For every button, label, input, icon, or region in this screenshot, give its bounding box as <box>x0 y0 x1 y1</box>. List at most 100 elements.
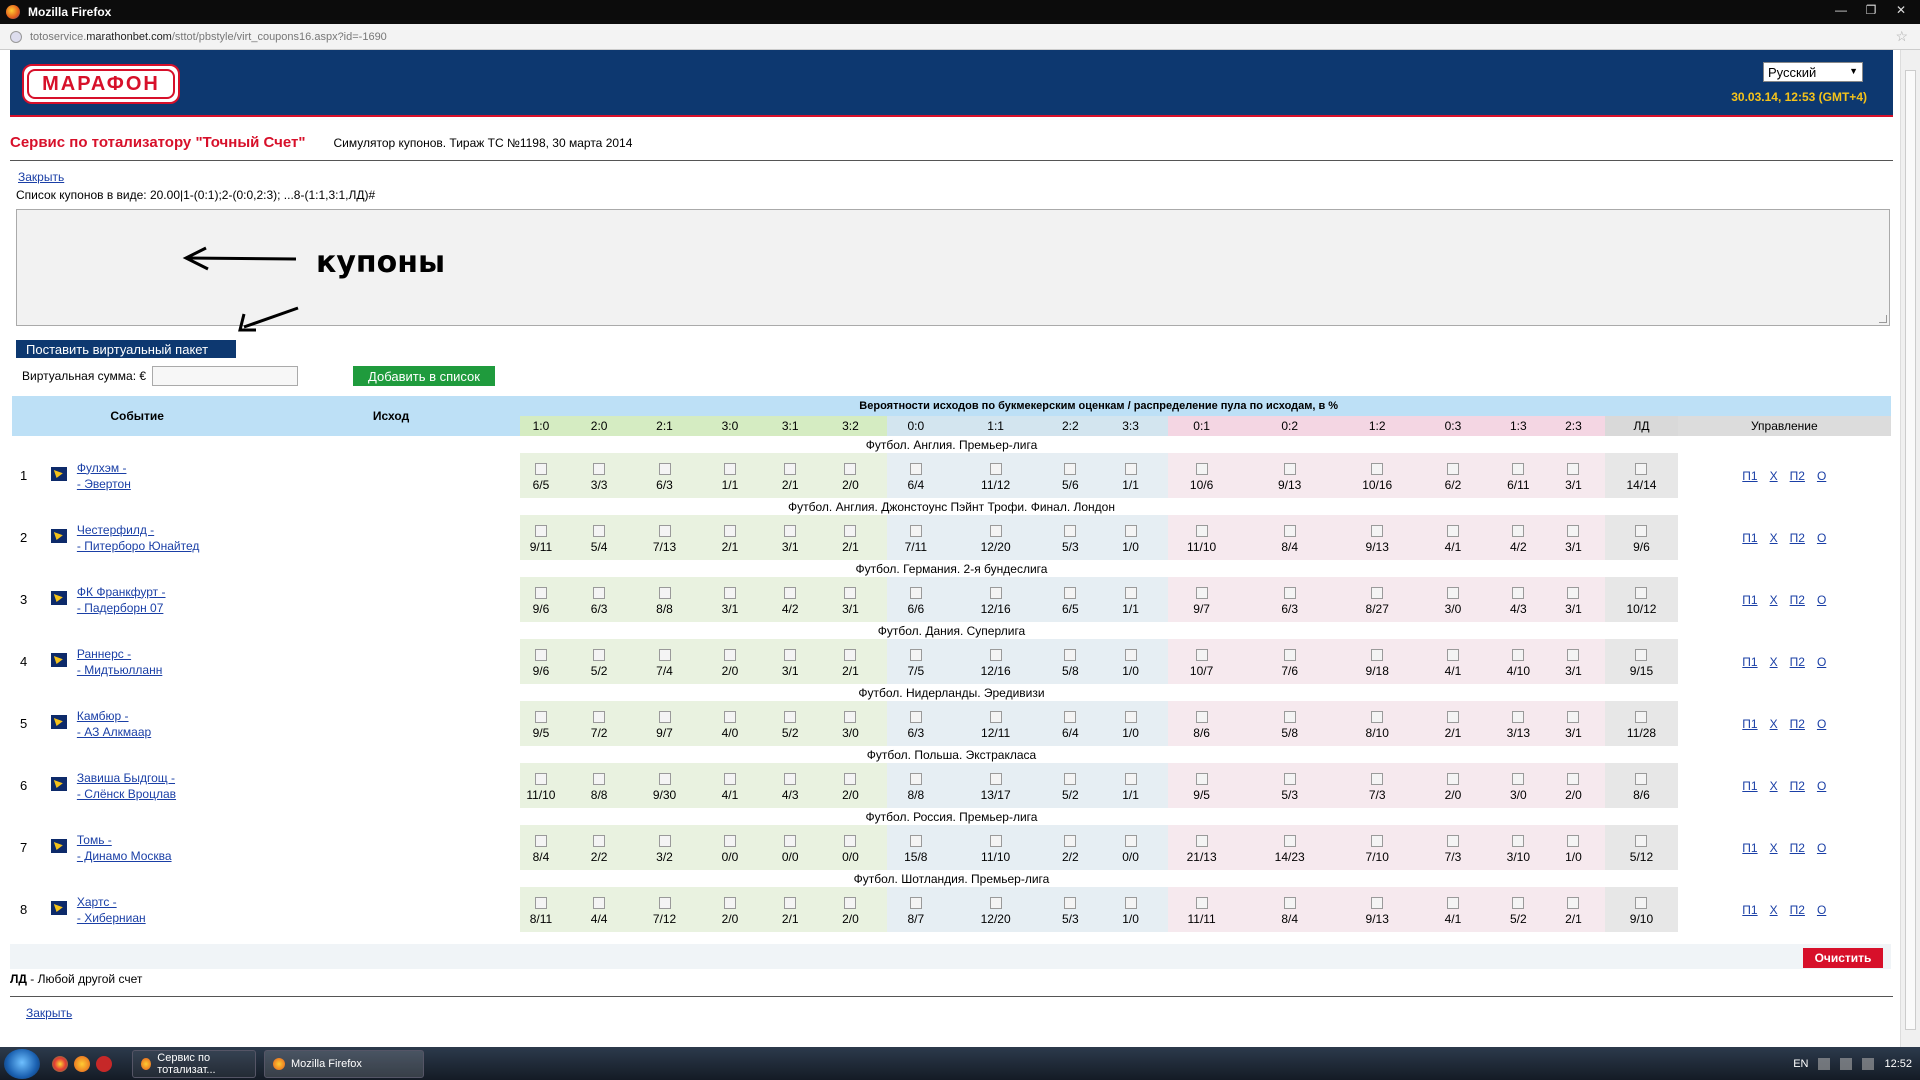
bookmark-star-icon[interactable]: ☆ <box>1895 28 1908 45</box>
score-checkbox[interactable] <box>593 463 606 475</box>
score-checkbox[interactable] <box>1446 587 1459 599</box>
chrome-icon[interactable] <box>52 1055 68 1072</box>
control-link[interactable]: О <box>1817 779 1826 793</box>
score-checkbox[interactable] <box>989 711 1002 723</box>
score-checkbox[interactable] <box>989 897 1002 909</box>
score-checkbox[interactable] <box>1512 897 1525 909</box>
control-link[interactable]: Х <box>1770 655 1778 669</box>
control-link[interactable]: О <box>1817 903 1826 917</box>
score-checkbox[interactable] <box>1371 463 1384 475</box>
score-checkbox[interactable] <box>1567 835 1580 847</box>
firefox-icon[interactable] <box>74 1055 90 1072</box>
score-checkbox[interactable] <box>1567 587 1580 599</box>
score-checkbox[interactable] <box>844 835 857 847</box>
score-checkbox[interactable] <box>1195 463 1208 475</box>
tray-icon[interactable] <box>1862 1057 1875 1070</box>
score-checkbox[interactable] <box>1064 525 1077 537</box>
score-checkbox[interactable] <box>1567 773 1580 785</box>
away-team-link[interactable]: - Слёнск Вроцлав <box>77 786 262 802</box>
score-checkbox[interactable] <box>1124 897 1137 909</box>
score-checkbox[interactable] <box>1512 463 1525 475</box>
score-checkbox[interactable] <box>534 897 547 909</box>
score-checkbox[interactable] <box>1446 835 1459 847</box>
score-checkbox[interactable] <box>1567 711 1580 723</box>
score-checkbox[interactable] <box>534 463 547 475</box>
score-checkbox[interactable] <box>723 773 736 785</box>
language-indicator[interactable]: EN <box>1793 1058 1808 1070</box>
taskbar-item-firefox[interactable]: Mozilla Firefox <box>264 1049 424 1078</box>
score-checkbox[interactable] <box>1064 463 1077 475</box>
score-checkbox[interactable] <box>658 463 671 475</box>
score-checkbox[interactable] <box>534 773 547 785</box>
score-checkbox[interactable] <box>784 587 797 599</box>
score-checkbox[interactable] <box>723 835 736 847</box>
score-checkbox[interactable] <box>1635 587 1648 599</box>
vertical-scrollbar[interactable] <box>1900 50 1920 1047</box>
score-checkbox[interactable] <box>1124 587 1137 599</box>
clock[interactable]: 12:52 <box>1884 1058 1912 1070</box>
control-link[interactable]: П2 <box>1790 717 1805 731</box>
away-team-link[interactable]: - Мидтьюлланн <box>77 662 262 678</box>
score-checkbox[interactable] <box>1124 711 1137 723</box>
score-checkbox[interactable] <box>1512 773 1525 785</box>
score-checkbox[interactable] <box>1371 649 1384 661</box>
score-checkbox[interactable] <box>1567 649 1580 661</box>
control-link[interactable]: П2 <box>1790 903 1805 917</box>
score-checkbox[interactable] <box>534 587 547 599</box>
score-checkbox[interactable] <box>1567 463 1580 475</box>
score-checkbox[interactable] <box>723 463 736 475</box>
score-checkbox[interactable] <box>723 649 736 661</box>
control-link[interactable]: П2 <box>1790 655 1805 669</box>
coupons-textarea[interactable] <box>16 209 1890 326</box>
control-link[interactable]: П1 <box>1742 903 1757 917</box>
score-checkbox[interactable] <box>909 463 922 475</box>
control-link[interactable]: П1 <box>1742 655 1757 669</box>
home-team-link[interactable]: Томь - <box>77 832 262 848</box>
score-checkbox[interactable] <box>909 525 922 537</box>
score-checkbox[interactable] <box>989 587 1002 599</box>
address-bar[interactable]: totoservice.marathonbet.com/sttot/pbstyl… <box>0 24 1920 50</box>
away-team-link[interactable]: - Падерборн 07 <box>77 600 262 616</box>
score-checkbox[interactable] <box>1371 897 1384 909</box>
away-team-link[interactable]: - АЗ Алкмаар <box>77 724 262 740</box>
score-checkbox[interactable] <box>1512 711 1525 723</box>
score-checkbox[interactable] <box>1567 525 1580 537</box>
score-checkbox[interactable] <box>989 649 1002 661</box>
marathon-logo[interactable]: МАРАФОН <box>22 64 180 104</box>
score-checkbox[interactable] <box>844 525 857 537</box>
score-checkbox[interactable] <box>1195 711 1208 723</box>
score-checkbox[interactable] <box>593 525 606 537</box>
score-checkbox[interactable] <box>844 463 857 475</box>
score-checkbox[interactable] <box>784 463 797 475</box>
score-checkbox[interactable] <box>1512 525 1525 537</box>
away-team-link[interactable]: - Эвертон <box>77 476 262 492</box>
control-link[interactable]: П1 <box>1742 531 1757 545</box>
score-checkbox[interactable] <box>1635 525 1648 537</box>
score-checkbox[interactable] <box>784 835 797 847</box>
control-link[interactable]: Х <box>1770 903 1778 917</box>
score-checkbox[interactable] <box>1124 463 1137 475</box>
score-checkbox[interactable] <box>1064 835 1077 847</box>
score-checkbox[interactable] <box>784 649 797 661</box>
score-checkbox[interactable] <box>534 711 547 723</box>
close-link[interactable]: Закрыть <box>18 170 64 184</box>
control-link[interactable]: Х <box>1770 469 1778 483</box>
control-link[interactable]: Х <box>1770 593 1778 607</box>
score-checkbox[interactable] <box>1512 835 1525 847</box>
away-team-link[interactable]: - Динамо Москва <box>77 848 262 864</box>
score-checkbox[interactable] <box>658 587 671 599</box>
url-text[interactable]: totoservice.marathonbet.com/sttot/pbstyl… <box>30 31 387 43</box>
score-checkbox[interactable] <box>1124 773 1137 785</box>
score-checkbox[interactable] <box>1446 711 1459 723</box>
score-checkbox[interactable] <box>1064 897 1077 909</box>
score-checkbox[interactable] <box>593 897 606 909</box>
control-link[interactable]: О <box>1817 841 1826 855</box>
home-team-link[interactable]: Честерфилд - <box>77 522 262 538</box>
score-checkbox[interactable] <box>593 649 606 661</box>
score-checkbox[interactable] <box>1283 773 1296 785</box>
score-checkbox[interactable] <box>989 835 1002 847</box>
score-checkbox[interactable] <box>1635 773 1648 785</box>
score-checkbox[interactable] <box>658 835 671 847</box>
control-link[interactable]: П1 <box>1742 717 1757 731</box>
home-team-link[interactable]: Хартс - <box>77 894 262 910</box>
